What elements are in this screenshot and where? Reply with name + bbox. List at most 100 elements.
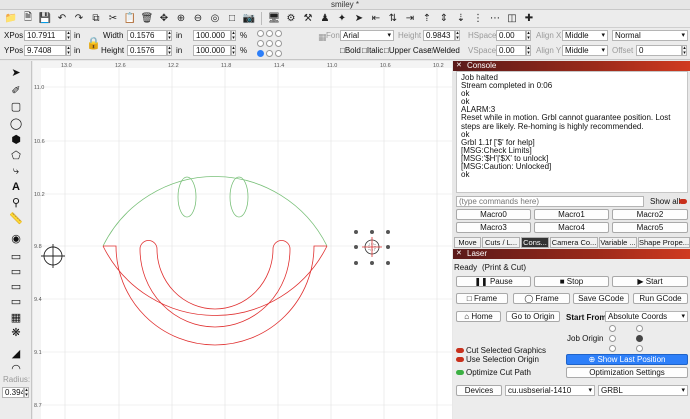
distribute-h-icon[interactable]: ⋮ bbox=[471, 12, 485, 26]
pentagon-icon[interactable]: ⬠ bbox=[9, 148, 23, 162]
macro-5-button[interactable]: Macro5 bbox=[612, 222, 688, 233]
laser-position-marker[interactable] bbox=[354, 230, 390, 265]
ypos-input[interactable]: 9.7408 bbox=[24, 45, 66, 56]
close-panel-icon[interactable]: ✕ bbox=[456, 61, 462, 71]
close-panel-icon[interactable]: ✕ bbox=[456, 249, 462, 259]
smiley-face-upper-outline[interactable] bbox=[102, 176, 328, 247]
anchor-bottom-right[interactable] bbox=[275, 50, 282, 57]
frame-rect-button[interactable]: □ Frame bbox=[456, 293, 508, 304]
pan-icon[interactable]: ✥ bbox=[157, 12, 171, 26]
console-command-input[interactable] bbox=[456, 196, 644, 207]
delete-icon[interactable]: 🗑 bbox=[140, 12, 154, 26]
devices-button[interactable]: Devices bbox=[456, 385, 502, 396]
camera-icon[interactable]: 📷 bbox=[242, 12, 256, 26]
anchor-center[interactable] bbox=[266, 40, 273, 47]
xpos-stepper[interactable]: ▴ ▾ bbox=[66, 30, 71, 41]
canvas-svg[interactable]: 13.0 12.6 12.2 11.8 11.4 11.0 10.6 10.2 … bbox=[33, 61, 452, 419]
sparkle-icon[interactable]: ✦ bbox=[335, 12, 349, 26]
vspace-input[interactable]: 0.00 bbox=[496, 45, 526, 56]
scale-height-input[interactable]: 100.000 bbox=[193, 45, 231, 56]
save-gcode-button[interactable]: Save GCode bbox=[573, 293, 629, 304]
dock-icon[interactable]: ◫ bbox=[505, 12, 519, 26]
align-bottom-icon[interactable]: ⇣ bbox=[454, 12, 468, 26]
text-tool-icon[interactable]: A bbox=[9, 180, 23, 194]
smiley-right-eye[interactable] bbox=[229, 176, 249, 218]
scale-height-stepper[interactable]: ▴ ▾ bbox=[231, 45, 236, 56]
pause-button[interactable]: ❚❚ Pause bbox=[456, 276, 531, 287]
bold-checkbox[interactable]: □Bold bbox=[340, 46, 361, 55]
save-icon[interactable]: 💾 bbox=[38, 12, 52, 26]
rectangle-icon[interactable]: ▢ bbox=[9, 99, 23, 113]
start-button[interactable]: ▶ Start bbox=[612, 276, 688, 287]
height-stepper[interactable]: ▴ ▾ bbox=[167, 45, 172, 56]
tab-shape-properties[interactable]: Shape Prope... bbox=[638, 237, 690, 248]
home-button[interactable]: ⌂ Home bbox=[456, 311, 501, 322]
zoom-frame-icon[interactable]: □ bbox=[225, 12, 239, 26]
measure-icon[interactable]: 📏 bbox=[9, 211, 23, 225]
alignx-select[interactable]: Middle bbox=[562, 30, 608, 41]
height-input[interactable]: 0.1576 bbox=[127, 45, 167, 56]
welded-checkbox[interactable]: □Welded bbox=[428, 46, 460, 55]
anchor-top-center[interactable] bbox=[266, 30, 273, 37]
offset-shape-icon[interactable]: ◉ bbox=[9, 231, 23, 245]
align-middle-icon[interactable]: ⇕ bbox=[437, 12, 451, 26]
anchor-top-left[interactable] bbox=[257, 30, 264, 37]
settings-gear-icon[interactable]: ⚙ bbox=[284, 12, 298, 26]
width-stepper[interactable]: ▴ ▾ bbox=[167, 30, 172, 41]
origin-center[interactable] bbox=[636, 335, 643, 342]
tools-icon[interactable]: ⚒ bbox=[301, 12, 315, 26]
cut-icon[interactable]: ✂ bbox=[106, 12, 120, 26]
width-input[interactable]: 0.1576 bbox=[127, 30, 167, 41]
copy-icon[interactable]: ⧉ bbox=[89, 12, 103, 26]
use-selection-origin-toggle[interactable]: Use Selection Origin bbox=[456, 355, 539, 364]
hspace-stepper[interactable]: ▴ ▾ bbox=[526, 30, 531, 41]
move-center-icon[interactable]: ✚ bbox=[522, 12, 536, 26]
smiley-face-lower-outline[interactable] bbox=[102, 245, 328, 316]
ellipse-icon[interactable]: ◯ bbox=[9, 116, 23, 130]
optimization-settings-button[interactable]: Optimization Settings bbox=[566, 367, 688, 378]
edit-nodes-icon[interactable]: ✐ bbox=[9, 83, 23, 97]
stop-button[interactable]: ■ Stop bbox=[534, 276, 609, 287]
tab-console[interactable]: Cons... bbox=[521, 237, 549, 248]
tab-cuts-layers[interactable]: Cuts / L... bbox=[482, 237, 520, 248]
boolean-union-icon[interactable]: ▭ bbox=[9, 249, 23, 263]
tab-move[interactable]: Move bbox=[454, 237, 481, 248]
go-to-origin-button[interactable]: Go to Origin bbox=[506, 311, 560, 322]
send-icon[interactable]: ➤ bbox=[352, 12, 366, 26]
boolean-subtract-icon[interactable]: ▭ bbox=[9, 264, 23, 278]
polygon-icon[interactable]: ⬢ bbox=[9, 132, 23, 146]
zoom-in-icon[interactable]: ⊕ bbox=[174, 12, 188, 26]
smiley-mouth-right-cap[interactable] bbox=[272, 240, 291, 250]
controller-select[interactable]: GRBL bbox=[598, 385, 688, 396]
select-arrow-icon[interactable]: ➤ bbox=[9, 65, 23, 79]
macro-0-button[interactable]: Macro0 bbox=[456, 209, 531, 220]
origin-middle-left[interactable] bbox=[609, 335, 616, 342]
scale-width-stepper[interactable]: ▴ ▾ bbox=[231, 30, 236, 41]
design-canvas[interactable]: 13.0 12.6 12.2 11.8 11.4 11.0 10.6 10.2 … bbox=[33, 61, 452, 419]
boolean-intersect-icon[interactable]: ▭ bbox=[9, 279, 23, 293]
show-all-toggle[interactable] bbox=[679, 197, 689, 206]
new-file-icon[interactable]: 🗎 bbox=[21, 12, 35, 26]
paste-icon[interactable]: 📋 bbox=[123, 12, 137, 26]
scale-width-input[interactable]: 100.000 bbox=[193, 30, 231, 41]
offset-input[interactable]: 0 bbox=[636, 45, 682, 56]
macro-4-button[interactable]: Macro4 bbox=[534, 222, 609, 233]
upper-case-checkbox[interactable]: □Upper Case bbox=[384, 46, 432, 55]
text-style-select[interactable]: Normal bbox=[612, 30, 688, 41]
optimize-cut-path-toggle[interactable]: Optimize Cut Path bbox=[456, 368, 531, 377]
origin-top-right[interactable] bbox=[636, 325, 643, 332]
anchor-bottom-center[interactable] bbox=[266, 50, 273, 57]
origin-top-left[interactable] bbox=[609, 325, 616, 332]
user-icon[interactable]: ♟ bbox=[318, 12, 332, 26]
cut-selected-toggle[interactable]: Cut Selected Graphics bbox=[456, 346, 546, 355]
position-laser-icon[interactable]: ⚲ bbox=[9, 195, 23, 209]
anchor-middle-right[interactable] bbox=[275, 40, 282, 47]
port-select[interactable]: cu.usbserial-1410 bbox=[505, 385, 595, 396]
smiley-mouth-inner[interactable] bbox=[156, 248, 274, 310]
radius-input[interactable]: 0.394 bbox=[2, 387, 24, 398]
font-height-input[interactable]: 0.9843 bbox=[423, 30, 455, 41]
start-from-select[interactable]: Absolute Coords bbox=[605, 311, 688, 322]
monitor-icon[interactable]: 🖥 bbox=[267, 12, 281, 26]
zoom-out-icon[interactable]: ⊖ bbox=[191, 12, 205, 26]
align-center-icon[interactable]: ⇅ bbox=[386, 12, 400, 26]
